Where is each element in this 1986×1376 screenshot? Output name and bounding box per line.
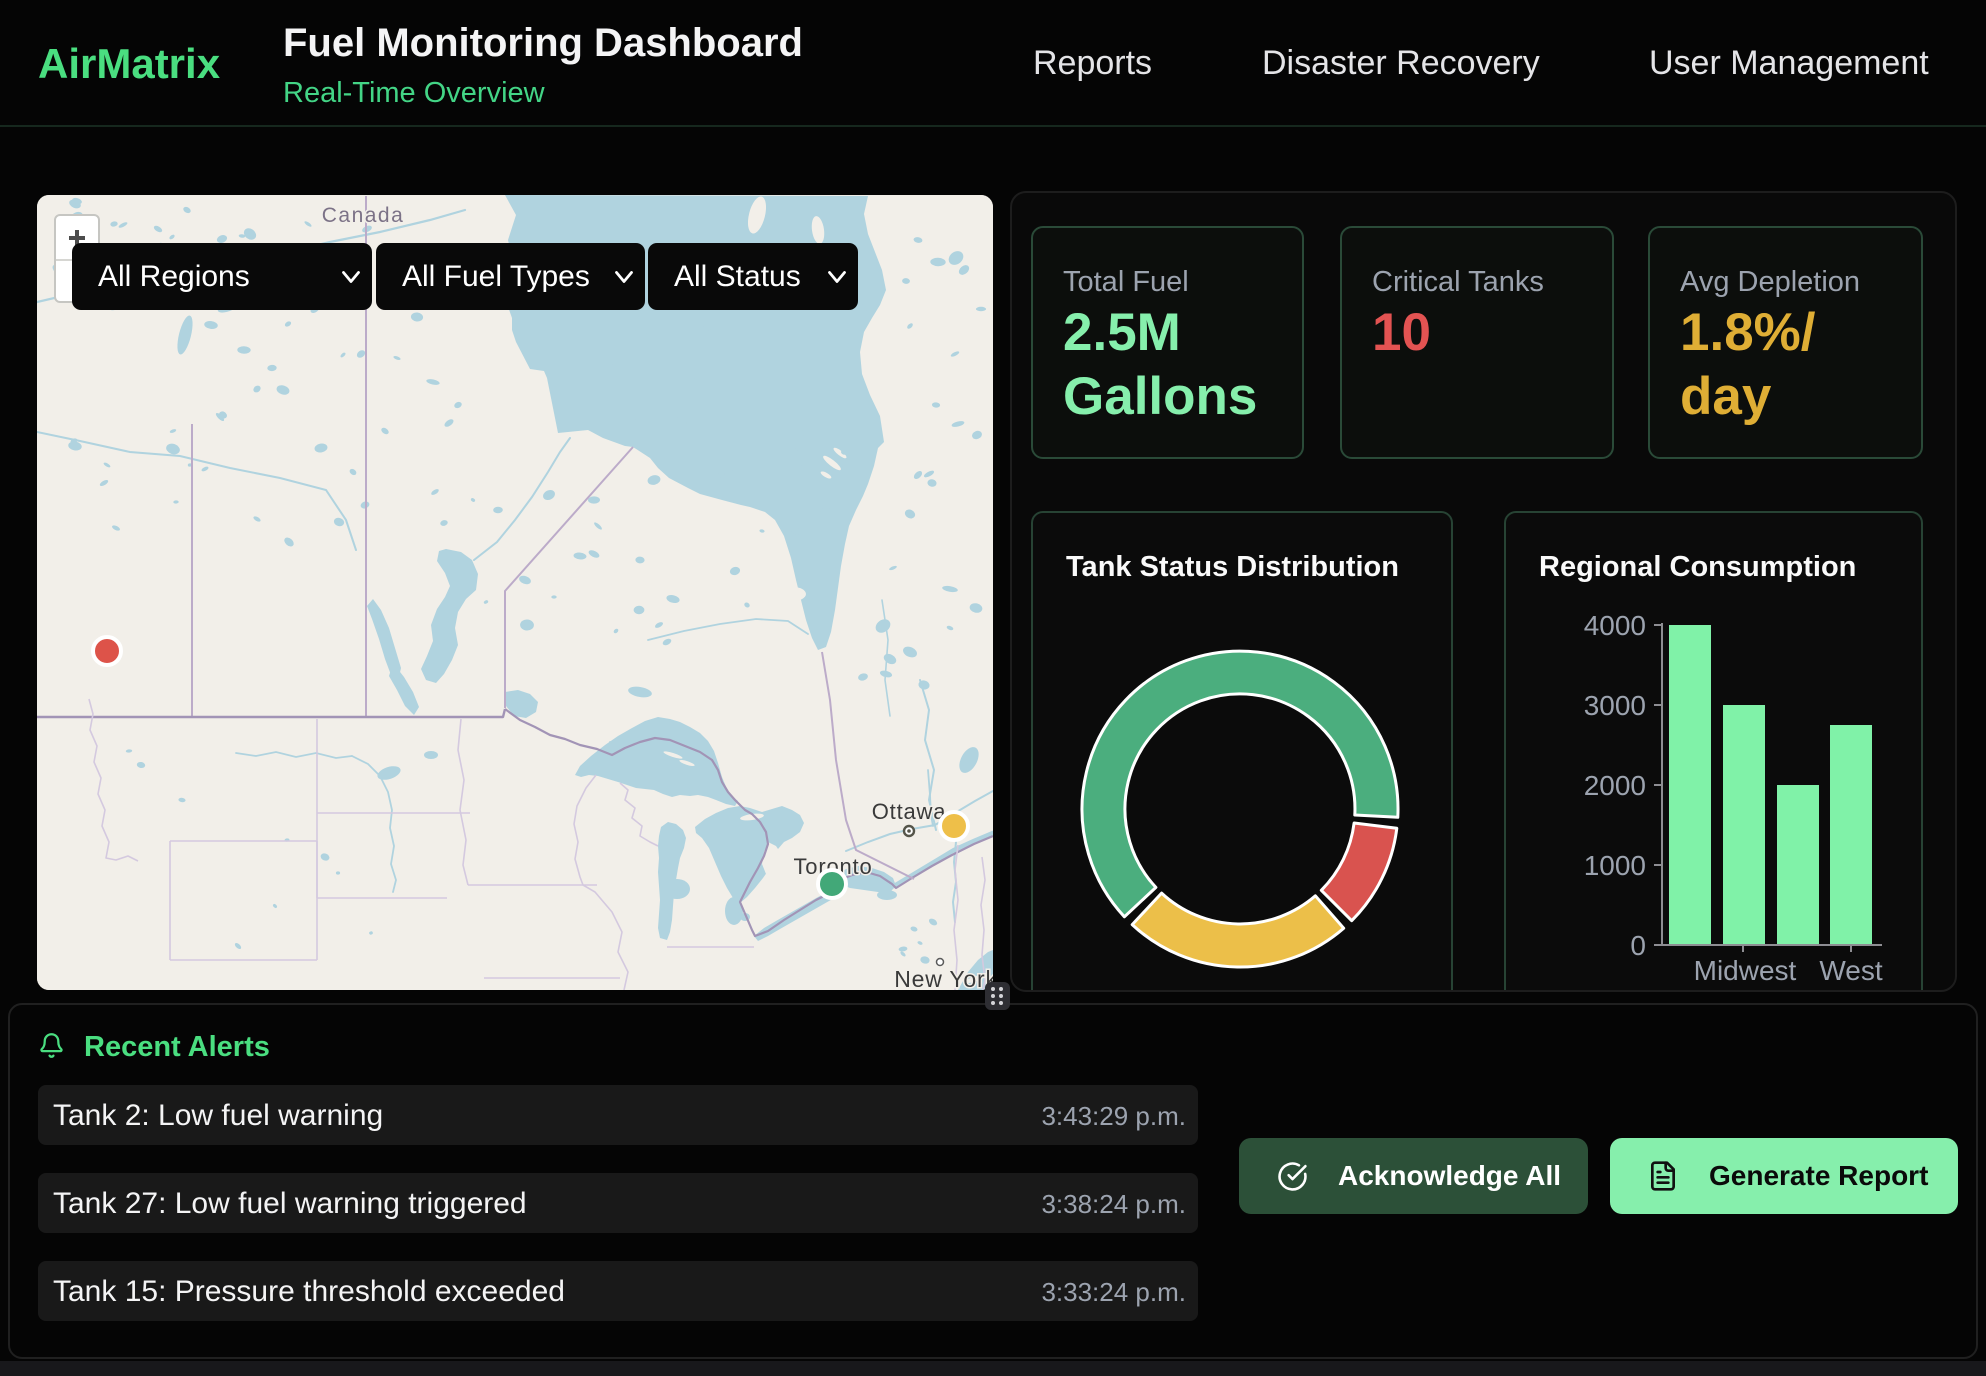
svg-text:Canada: Canada xyxy=(322,204,405,227)
svg-text:0: 0 xyxy=(1630,930,1646,961)
svg-text:New York: New York xyxy=(894,966,993,990)
svg-text:4000: 4000 xyxy=(1584,610,1646,641)
svg-text:West: West xyxy=(1819,955,1882,986)
svg-text:Midwest: Midwest xyxy=(1694,955,1797,986)
svg-text:Ottawa: Ottawa xyxy=(872,799,947,824)
svg-text:1000: 1000 xyxy=(1584,850,1646,881)
svg-text:3000: 3000 xyxy=(1584,690,1646,721)
svg-text:2000: 2000 xyxy=(1584,770,1646,801)
